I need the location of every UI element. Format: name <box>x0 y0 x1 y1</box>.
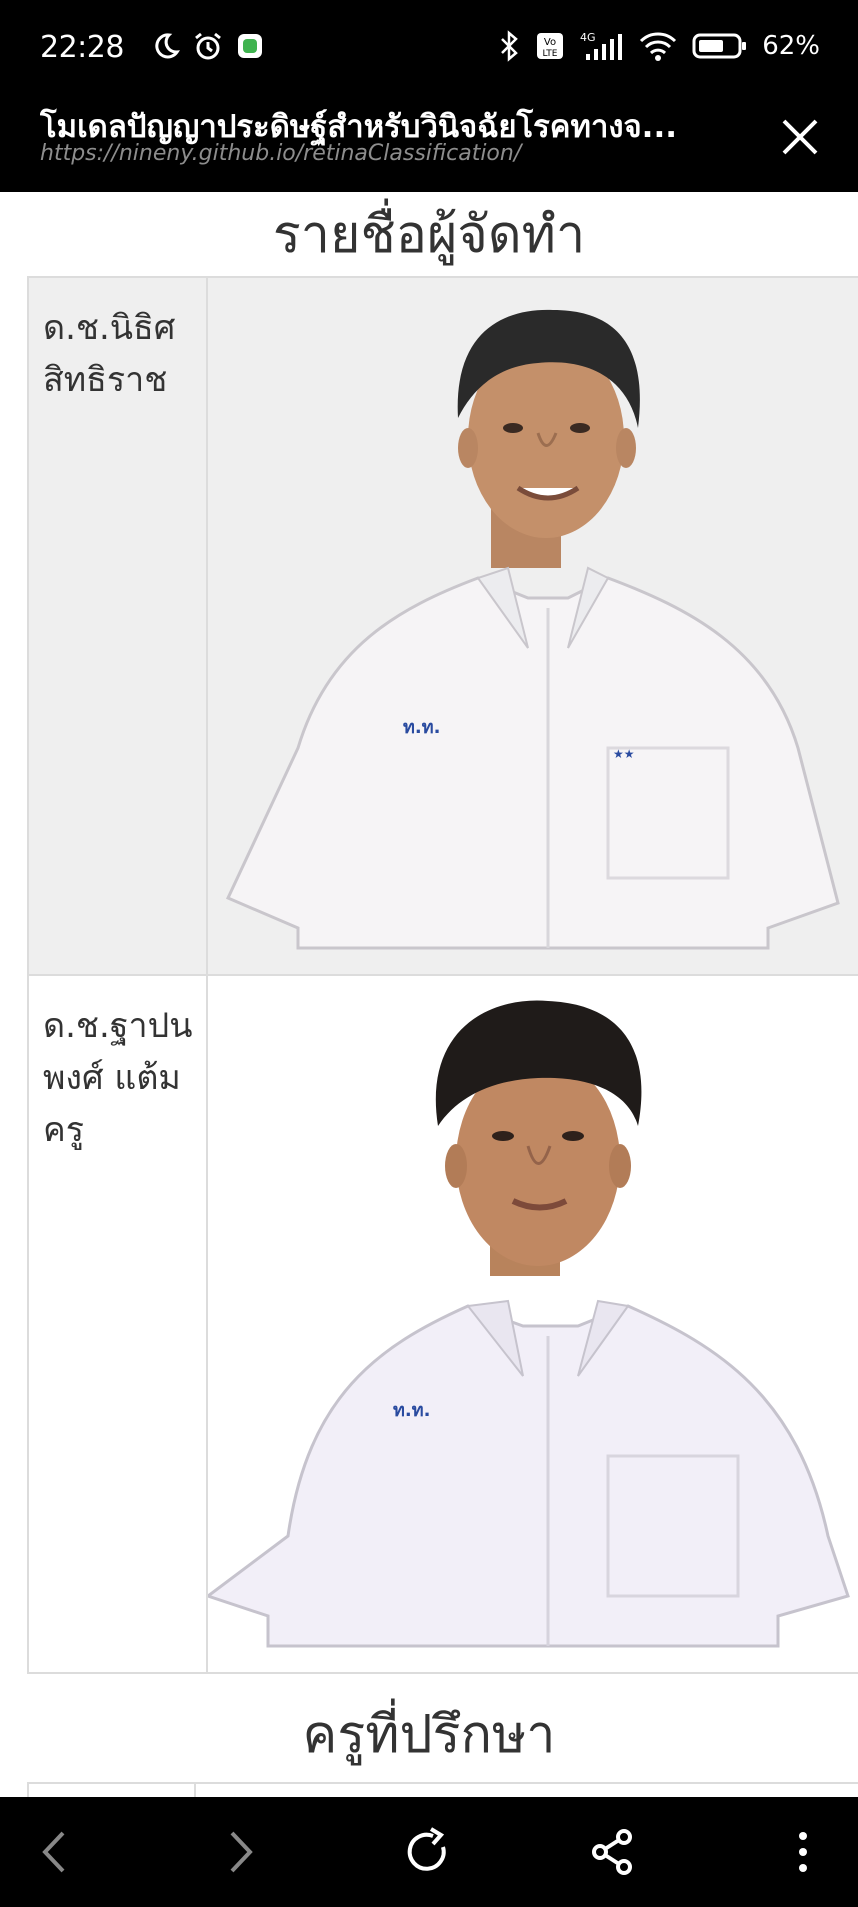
reload-button[interactable] <box>398 1822 458 1882</box>
app-notification-icon <box>236 32 264 60</box>
alarm-icon <box>192 30 224 62</box>
member-photo-cell: ท.ท. ★★ <box>206 276 858 976</box>
back-button[interactable] <box>25 1822 85 1882</box>
member-name-cell: ด.ช.ฐาปน พงศ์ แต้ม ครู <box>26 974 209 1674</box>
battery-percent: 62% <box>762 31 820 61</box>
member-name-line: ด.ช.นิธิศ <box>43 308 176 348</box>
forward-button[interactable] <box>210 1822 270 1882</box>
member-photo-cell: ท.ท. <box>206 974 858 1674</box>
status-time: 22:28 <box>40 30 124 65</box>
bottom-nav <box>0 1797 858 1907</box>
advisors-heading: ครูที่ปรึกษา <box>302 1705 556 1765</box>
close-button[interactable] <box>772 109 828 165</box>
member-name-line: ครู <box>43 1110 85 1150</box>
battery-icon <box>692 32 748 60</box>
status-bar: 22:28 Vo LTE 4G 62% <box>0 0 858 95</box>
more-icon <box>799 1832 807 1872</box>
member-photo: ท.ท. <box>209 977 858 1668</box>
forward-icon <box>230 1831 253 1873</box>
member-name-line: ด.ช.ฐาปน <box>43 1006 193 1046</box>
svg-text:LTE: LTE <box>543 49 558 59</box>
members-heading: รายชื่อผู้จัดทำ <box>272 205 586 265</box>
bluetooth-icon <box>496 30 522 62</box>
page-url[interactable]: https://nineny.github.io/retinaClassific… <box>40 141 521 166</box>
member-name-line: พงศ์ แต้ม <box>43 1058 181 1098</box>
close-icon <box>782 119 818 155</box>
volte-icon: Vo LTE <box>536 32 564 60</box>
svg-text:ท.ท.: ท.ท. <box>393 1400 430 1421</box>
reload-icon <box>407 1827 446 1871</box>
moon-icon <box>150 31 180 61</box>
browser-header: โมเดลปัญญาประดิษฐ์สำหรับวินิจฉัยโรคทางจ.… <box>0 95 858 192</box>
table-row: ด.ช.นิธิศ สิทธิราช ท.ท. ★★ <box>26 276 858 976</box>
share-button[interactable] <box>583 1822 643 1882</box>
status-left-icons <box>150 30 264 62</box>
status-right-icons: Vo LTE 4G 62% <box>496 30 820 62</box>
share-icon <box>592 1829 632 1875</box>
page-content[interactable]: รายชื่อผู้จัดทำ ด.ช.นิธิศ สิทธิราช ท.ท. … <box>0 192 858 1797</box>
member-name-cell: ด.ช.นิธิศ สิทธิราช <box>26 276 209 976</box>
table-row: ด.ช.ฐาปน พงศ์ แต้ม ครู ท.ท. <box>26 974 858 1674</box>
more-button[interactable] <box>773 1822 833 1882</box>
members-table: ด.ช.นิธิศ สิทธิราช ท.ท. ★★ ด.ช.ฐาปน พงศ์… <box>26 276 858 1674</box>
back-icon <box>42 1831 65 1873</box>
svg-text:Vo: Vo <box>544 37 556 48</box>
table-divider <box>194 1784 196 1797</box>
svg-text:ท.ท.: ท.ท. <box>403 717 440 738</box>
member-photo: ท.ท. ★★ <box>209 279 858 970</box>
wifi-icon <box>638 30 678 62</box>
svg-text:★★: ★★ <box>613 747 635 761</box>
advisors-table <box>27 1782 858 1797</box>
network-type-label: 4G <box>580 31 596 44</box>
signal-icon: 4G <box>578 30 624 62</box>
member-name-line: สิทธิราช <box>43 360 168 400</box>
